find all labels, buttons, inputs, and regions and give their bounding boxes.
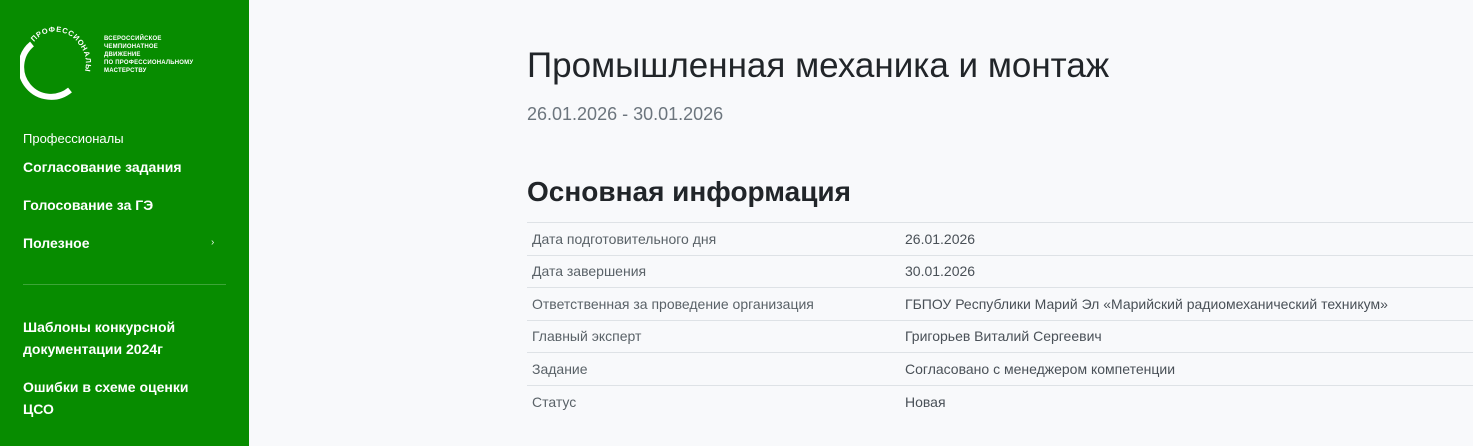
logo-line: ЧЕМПИОНАТНОЕ [104, 44, 158, 50]
row-label: Статус [527, 384, 900, 418]
row-label: Задание [527, 352, 900, 385]
row-value: Новая [900, 384, 1473, 418]
row-value: ГБПОУ Республики Марий Эл «Марийский рад… [900, 287, 1473, 320]
svg-text:ПРОФЕССИОНАЛЫ: ПРОФЕССИОНАЛЫ [29, 25, 93, 73]
nav-section-label: Профессионалы [23, 131, 124, 146]
logo-ring-icon: ПРОФЕССИОНАЛЫ [20, 25, 93, 100]
sidebar-item-useful[interactable]: Полезное [23, 235, 90, 251]
row-label: Дата завершения [527, 254, 900, 288]
row-value: Согласовано с менеджером компетенции [900, 352, 1473, 385]
row-value: 30.01.2026 [900, 254, 1473, 288]
info-table: Дата подготовительного дня 26.01.2026 Да… [527, 222, 1473, 418]
sidebar: ПРОФЕССИОНАЛЫ ВСЕРОССИЙСКОЕ ЧЕМПИОНАТНОЕ… [0, 0, 249, 446]
section-title: Основная информация [527, 176, 851, 207]
row-value: Григорьев Виталий Сергеевич [900, 319, 1473, 353]
table-row: Главный эксперт Григорьев Виталий Сергее… [527, 319, 1473, 353]
table-row: Ответственная за проведение организация … [527, 287, 1473, 320]
table-row: Статус Новая [527, 384, 1473, 418]
sidebar-item-chief-expert-vote[interactable]: Голосование за ГЭ [23, 197, 153, 213]
logo-line: ПО ПРОФЕССИОНАЛЬНОМУ [104, 60, 194, 66]
row-label: Ответственная за проведение организация [527, 287, 900, 320]
page-title: Промышленная механика и монтаж [527, 46, 1110, 85]
logo-line: МАСТЕРСТВУ [104, 68, 147, 74]
date-range: 26.01.2026 - 30.01.2026 [527, 104, 724, 124]
sidebar-divider [23, 284, 226, 285]
main-content: Промышленная механика и монтаж 26.01.202… [249, 0, 1473, 446]
row-value: 26.01.2026 [900, 222, 1473, 255]
sidebar-item-task-approval[interactable]: Согласование задания [23, 159, 182, 175]
table-row: Задание Согласовано с менеджером компете… [527, 352, 1473, 385]
professionaly-logo[interactable]: ПРОФЕССИОНАЛЫ ВСЕРОССИЙСКОЕ ЧЕМПИОНАТНОЕ… [20, 24, 220, 100]
row-label: Главный эксперт [527, 319, 900, 353]
table-row: Дата завершения 30.01.2026 [527, 254, 1473, 288]
chevron-right-icon[interactable]: › [211, 237, 214, 248]
table-row: Дата подготовительного дня 26.01.2026 [527, 222, 1473, 255]
logo-arc-text: ПРОФЕССИОНАЛЫ [29, 25, 93, 73]
sidebar-link-templates[interactable]: Шаблоны конкурсной документации 2024г [23, 316, 223, 360]
sidebar-link-scoring-errors[interactable]: Ошибки в схеме оценки ЦСО [23, 376, 223, 420]
row-label: Дата подготовительного дня [527, 222, 900, 255]
logo-line: ДВИЖЕНИЕ [104, 52, 141, 58]
logo-line: ВСЕРОССИЙСКОЕ [104, 36, 162, 42]
logo-caption: ВСЕРОССИЙСКОЕ ЧЕМПИОНАТНОЕ ДВИЖЕНИЕ ПО П… [104, 35, 193, 75]
